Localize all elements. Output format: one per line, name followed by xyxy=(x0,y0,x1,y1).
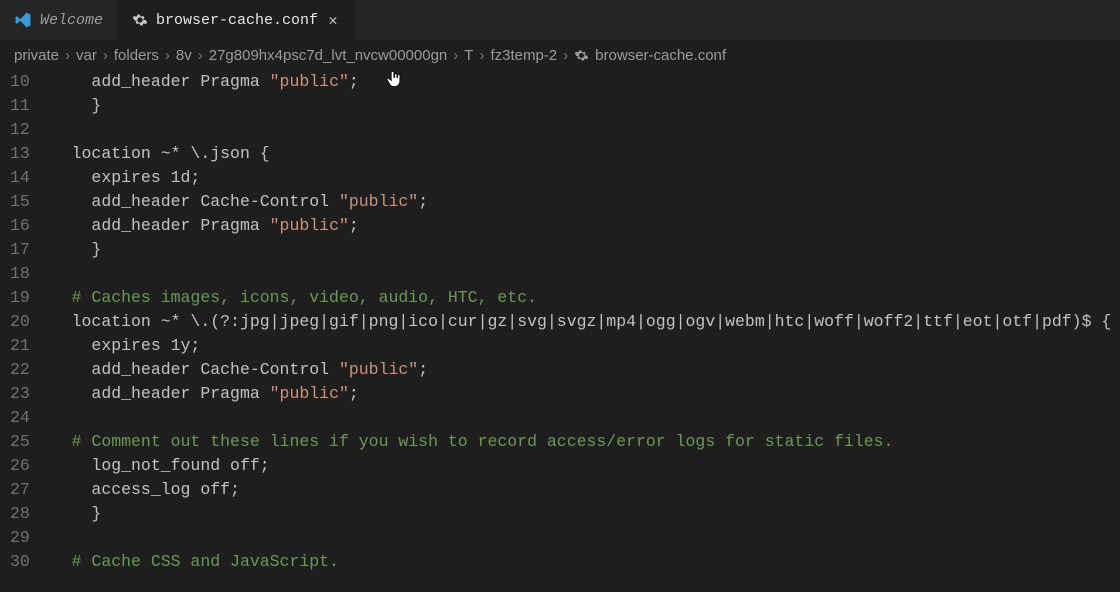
tab-file-label: browser-cache.conf xyxy=(156,12,318,29)
crumb-file[interactable]: browser-cache.conf xyxy=(595,47,726,64)
code-line xyxy=(52,406,1120,430)
line-number: 28 xyxy=(10,502,30,526)
tab-welcome-label: Welcome xyxy=(40,12,103,29)
crumb-folders[interactable]: folders xyxy=(114,47,159,64)
line-number: 14 xyxy=(10,166,30,190)
tab-browser-cache[interactable]: browser-cache.conf ✕ xyxy=(118,0,355,40)
code-area[interactable]: add_header Pragma "public"; } location ~… xyxy=(52,70,1120,574)
code-line: add_header Cache-Control "public"; xyxy=(52,190,1120,214)
code-line: } xyxy=(52,94,1120,118)
line-number: 30 xyxy=(10,550,30,574)
line-number: 20 xyxy=(10,310,30,334)
line-number: 16 xyxy=(10,214,30,238)
code-line: location ~* \.json { xyxy=(52,142,1120,166)
vscode-icon xyxy=(14,11,32,29)
line-number: 13 xyxy=(10,142,30,166)
code-line xyxy=(52,118,1120,142)
line-number: 27 xyxy=(10,478,30,502)
crumb-tmpdir[interactable]: 27g809hx4psc7d_lvt_nvcw00000gn xyxy=(209,47,448,64)
chevron-right-icon: › xyxy=(65,47,70,64)
line-number: 23 xyxy=(10,382,30,406)
code-line: # Cache CSS and JavaScript. xyxy=(52,550,1120,574)
line-number-gutter: 1011121314151617181920212223242526272829… xyxy=(0,70,52,574)
breadcrumb: private › var › folders › 8v › 27g809hx4psc7… xyxy=(0,40,1120,70)
code-line: location ~* \.(?:jpg|jpeg|gif|png|ico|cu… xyxy=(52,310,1120,334)
chevron-right-icon: › xyxy=(165,47,170,64)
code-line: # Caches images, icons, video, audio, HT… xyxy=(52,286,1120,310)
code-line: add_header Cache-Control "public"; xyxy=(52,358,1120,382)
code-line: add_header Pragma "public"; xyxy=(52,214,1120,238)
crumb-T[interactable]: T xyxy=(464,47,473,64)
code-line: access_log off; xyxy=(52,478,1120,502)
code-line: log_not_found off; xyxy=(52,454,1120,478)
code-line: add_header Pragma "public"; xyxy=(52,382,1120,406)
chevron-right-icon: › xyxy=(453,47,458,64)
chevron-right-icon: › xyxy=(563,47,568,64)
line-number: 10 xyxy=(10,70,30,94)
code-line: } xyxy=(52,238,1120,262)
code-line: # Comment out these lines if you wish to… xyxy=(52,430,1120,454)
line-number: 25 xyxy=(10,430,30,454)
line-number: 21 xyxy=(10,334,30,358)
code-line: } xyxy=(52,502,1120,526)
line-number: 15 xyxy=(10,190,30,214)
tab-welcome[interactable]: Welcome xyxy=(0,0,118,40)
chevron-right-icon: › xyxy=(103,47,108,64)
tab-bar: Welcome browser-cache.conf ✕ xyxy=(0,0,1120,40)
line-number: 11 xyxy=(10,94,30,118)
line-number: 17 xyxy=(10,238,30,262)
line-number: 18 xyxy=(10,262,30,286)
close-icon[interactable]: ✕ xyxy=(326,11,340,30)
crumb-fz3temp[interactable]: fz3temp-2 xyxy=(490,47,557,64)
line-number: 26 xyxy=(10,454,30,478)
code-line xyxy=(52,262,1120,286)
crumb-private[interactable]: private xyxy=(14,47,59,64)
line-number: 24 xyxy=(10,406,30,430)
line-number: 29 xyxy=(10,526,30,550)
line-number: 19 xyxy=(10,286,30,310)
chevron-right-icon: › xyxy=(479,47,484,64)
line-number: 22 xyxy=(10,358,30,382)
chevron-right-icon: › xyxy=(198,47,203,64)
code-line: expires 1y; xyxy=(52,334,1120,358)
code-line: expires 1d; xyxy=(52,166,1120,190)
gear-icon xyxy=(132,12,148,28)
code-line: add_header Pragma "public"; xyxy=(52,70,1120,94)
line-number: 12 xyxy=(10,118,30,142)
gear-icon xyxy=(574,48,589,63)
code-line xyxy=(52,526,1120,550)
code-editor[interactable]: 1011121314151617181920212223242526272829… xyxy=(0,70,1120,574)
crumb-var[interactable]: var xyxy=(76,47,97,64)
crumb-8v[interactable]: 8v xyxy=(176,47,192,64)
